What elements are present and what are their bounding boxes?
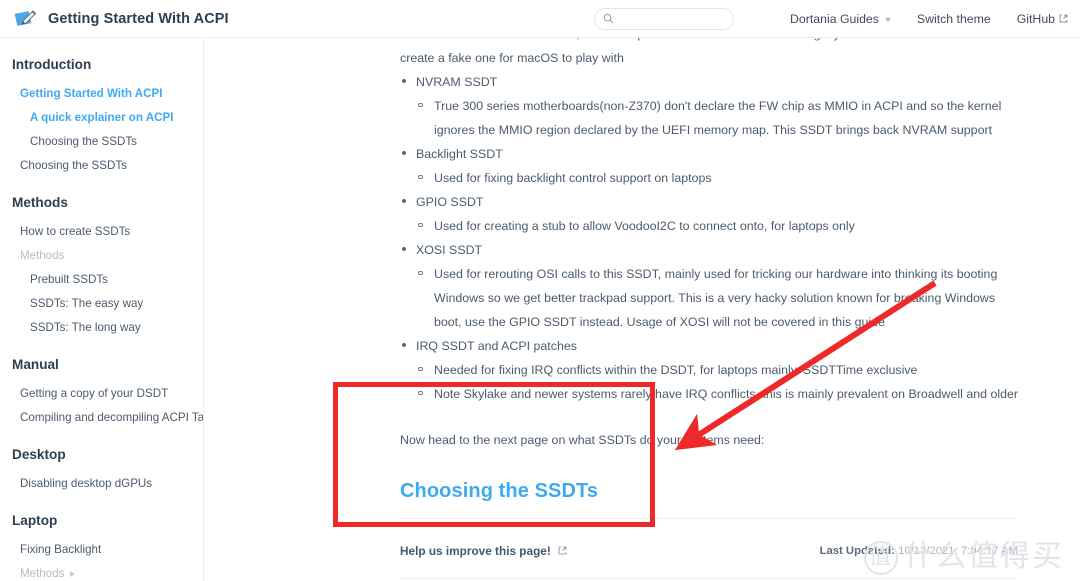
sidebar-item-methods-backlight[interactable]: Methods bbox=[0, 562, 203, 581]
next-section-heading: Choosing the SSDTs bbox=[400, 480, 599, 502]
sidebar-item-ssdts-the-long-way[interactable]: SSDTs: The long way bbox=[0, 316, 203, 340]
watermark: 值什么值得买 bbox=[864, 531, 1064, 575]
watermark-mark: 值 bbox=[864, 540, 898, 575]
list-item: IRQ SSDT and ACPI patches Needed for fix… bbox=[400, 334, 1018, 406]
sidebar-item-a-quick-explainer-on-acpi[interactable]: A quick explainer on ACPI bbox=[0, 106, 203, 130]
list-item: Note Skylake and newer systems rarely ha… bbox=[416, 382, 1018, 406]
site-title: Getting Started With ACPI bbox=[48, 10, 229, 27]
note-pencil-icon bbox=[12, 8, 38, 30]
sidebar-group-title-manual: Manual bbox=[12, 357, 59, 372]
bullet-icon bbox=[402, 151, 406, 155]
list-item-title: XOSI SSDT bbox=[416, 243, 483, 257]
sidebar-item-choosing-the-ssdts-anchor[interactable]: Choosing the SSDTs bbox=[0, 130, 203, 154]
brand[interactable]: Getting Started With ACPI bbox=[0, 8, 229, 30]
sub-list: Needed for fixing IRQ conflicts within t… bbox=[416, 358, 1018, 406]
bullet-circle-icon bbox=[418, 390, 423, 395]
sidebar-group-title-introduction: Introduction bbox=[12, 57, 92, 72]
watermark-text: 什么值得买 bbox=[904, 539, 1064, 574]
sidebar-item-label: Methods bbox=[20, 249, 65, 262]
list-item-title: NVRAM SSDT bbox=[416, 75, 498, 89]
list-item: Used for fixing backlight control suppor… bbox=[416, 166, 1018, 190]
sidebar-item-how-to-create-ssdts[interactable]: How to create SSDTs bbox=[0, 220, 203, 244]
sidebar-group-title-methods: Methods bbox=[12, 195, 68, 210]
search-icon bbox=[603, 13, 614, 24]
list-item-title: IRQ SSDT and ACPI patches bbox=[416, 339, 577, 353]
list-item: True 300 series motherboards(non-Z370) d… bbox=[416, 94, 1018, 142]
sidebar-item-prebuilt-ssdts[interactable]: Prebuilt SSDTs bbox=[0, 268, 203, 292]
sidebar-item-label: Methods bbox=[20, 567, 65, 580]
sub-list: Used for creating a stub to allow Voodoo… bbox=[416, 214, 1018, 238]
ssdt-list: NVRAM SSDT True 300 series motherboards(… bbox=[400, 70, 1018, 406]
nav-link-switch-theme[interactable]: Switch theme bbox=[917, 12, 991, 26]
list-item-text: Note Skylake and newer systems rarely ha… bbox=[434, 387, 1018, 401]
sub-list: Used for fixing backlight control suppor… bbox=[416, 166, 1018, 190]
document-body: communicate with AWAC clocks, so this re… bbox=[204, 38, 1080, 581]
sidebar-item-compiling-and-decompiling-acpi-tables[interactable]: Compiling and decompiling ACPI Tables bbox=[0, 406, 203, 430]
edit-page-link[interactable]: Help us improve this page! bbox=[400, 544, 567, 558]
list-item: XOSI SSDT Used for rerouting OSI calls t… bbox=[400, 238, 1018, 334]
external-link-icon bbox=[1059, 12, 1068, 26]
main-content: communicate with AWAC clocks, so this re… bbox=[204, 38, 1080, 581]
list-item: Used for rerouting OSI calls to this SSD… bbox=[416, 262, 1018, 334]
sidebar-item-choosing-the-ssdts[interactable]: Choosing the SSDTs bbox=[0, 154, 203, 178]
search-box[interactable] bbox=[594, 7, 735, 30]
sub-list: True 300 series motherboards(non-Z370) d… bbox=[416, 94, 1018, 142]
edit-page-label: Help us improve this page! bbox=[400, 544, 551, 558]
chevron-down-icon bbox=[884, 17, 891, 22]
sidebar-item-disabling-desktop-dgpus[interactable]: Disabling desktop dGPUs bbox=[0, 472, 203, 496]
sidebar-item-ssdts-the-easy-way[interactable]: SSDTs: The easy way bbox=[0, 292, 203, 316]
list-item-text: Used for fixing backlight control suppor… bbox=[434, 171, 712, 185]
nav-link-label: Dortania Guides bbox=[790, 11, 879, 26]
list-item-text: True 300 series motherboards(non-Z370) d… bbox=[434, 99, 1002, 137]
bullet-icon bbox=[402, 199, 406, 203]
bullet-circle-icon bbox=[418, 366, 423, 371]
list-item-title: Backlight SSDT bbox=[416, 147, 503, 161]
list-item: Backlight SSDT Used for fixing backlight… bbox=[400, 142, 1018, 190]
sidebar-item-fixing-backlight[interactable]: Fixing Backlight bbox=[0, 538, 203, 562]
list-item-text: Needed for fixing IRQ conflicts within t… bbox=[434, 363, 918, 377]
sidebar-item-getting-started-with-acpi[interactable]: Getting Started With ACPI bbox=[0, 82, 203, 106]
external-link-icon bbox=[558, 544, 567, 558]
bullet-circle-icon bbox=[418, 222, 423, 227]
bullet-icon bbox=[402, 343, 406, 347]
sidebar[interactable]: Introduction Getting Started With ACPI A… bbox=[0, 38, 204, 581]
paragraph-partial-top: communicate with AWAC clocks, so this re… bbox=[400, 38, 990, 65]
list-item: GPIO SSDT Used for creating a stub to al… bbox=[400, 190, 1018, 238]
sidebar-group-title-laptop: Laptop bbox=[12, 513, 58, 528]
top-navbar: Getting Started With ACPI Dortania Guide… bbox=[0, 0, 1080, 38]
list-item-title: GPIO SSDT bbox=[416, 195, 484, 209]
bullet-circle-icon bbox=[418, 270, 423, 275]
next-page-intro: Now head to the next page on what SSDTs … bbox=[400, 433, 765, 447]
bullet-circle-icon bbox=[418, 174, 423, 179]
search-input[interactable] bbox=[619, 12, 730, 25]
sidebar-item-getting-a-copy-of-your-dsdt[interactable]: Getting a copy of your DSDT bbox=[0, 382, 203, 406]
sidebar-item-methods-label: Methods bbox=[0, 244, 203, 268]
nav-link-dortania-guides[interactable]: Dortania Guides bbox=[790, 12, 891, 26]
list-item-text: Used for rerouting OSI calls to this SSD… bbox=[434, 267, 998, 329]
bullet-icon bbox=[402, 247, 406, 251]
list-item: Used for creating a stub to allow Voodoo… bbox=[416, 214, 1018, 238]
list-item-text: Used for creating a stub to allow Voodoo… bbox=[434, 219, 855, 233]
sub-list: Used for rerouting OSI calls to this SSD… bbox=[416, 262, 1018, 334]
bullet-icon bbox=[402, 79, 406, 83]
list-item: NVRAM SSDT True 300 series motherboards(… bbox=[400, 70, 1018, 142]
sidebar-group-title-desktop: Desktop bbox=[12, 447, 66, 462]
nav-link-github[interactable]: GitHub bbox=[1017, 11, 1068, 26]
nav-link-label: GitHub bbox=[1016, 11, 1055, 26]
nav-link-label: Switch theme bbox=[916, 11, 991, 26]
bullet-circle-icon bbox=[418, 102, 423, 107]
chevron-right-icon[interactable] bbox=[70, 571, 76, 577]
nav-right-group: Dortania Guides Switch theme GitHub bbox=[594, 7, 1080, 30]
list-item: Needed for fixing IRQ conflicts within t… bbox=[416, 358, 1018, 382]
